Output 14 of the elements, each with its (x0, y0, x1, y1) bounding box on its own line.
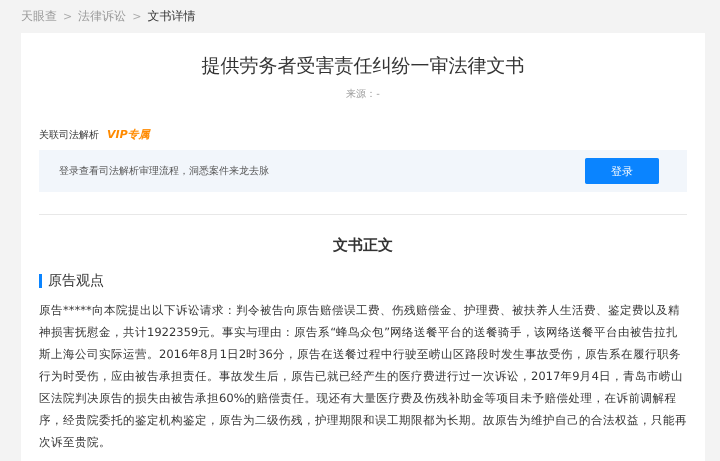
breadcrumb-link[interactable]: 法律诉讼 (78, 8, 126, 25)
section-heading: 文书正文 (332, 235, 394, 255)
source-text: 来源：- (345, 88, 381, 101)
breadcrumb-separator: > (132, 10, 142, 23)
breadcrumb-link[interactable]: 天眼查 (21, 8, 57, 25)
document-title: 提供劳务者受害责任纠纷一审法律文书 (200, 54, 526, 79)
vip-label: VIP专属 (107, 127, 150, 142)
login-prompt-text: 登录查看司法解析审理流程，洞悉案件来龙去脉 (59, 164, 269, 178)
paragraph-text: 原告*****向本院提出以下诉讼请求：判令被告向原告赔偿误工费、伤残赔偿金、护理费、被扶养人生活费、鉴定费以及精神损害抚慰金，共计1922359元。事实与理由：原告系“蜂鸟众包”网络送餐平台的送餐骑手，该网络送餐平台由被告拉扎斯上海公司实际运营。2016年8月1日2时36分，原告在送餐过程中行驶至崂山区路段时发生事故受伤，原告系在履行职务行为时受伤，应由被告承担责任。事故发生后，原告已就已经产生的医疗费进行过一次诉讼，2017年9月4日，青岛市崂山区法院判决原告的损失由被告承担60%的赔偿责任。现还有大量医疗费及伤残补助金等项目未予赔偿处理，在诉前调解程序，经贵院委托的鉴定机构鉴定，原告为二级伤残，护理期限和误工期限都为长期。故原告为维护自己的合法权益，只能再次诉至贵院。 (39, 302, 687, 451)
section-label: 关联司法解析 (39, 128, 99, 142)
login-button[interactable]: 登录 (585, 158, 659, 184)
accent-bar-icon (39, 274, 42, 288)
breadcrumb-separator: > (63, 10, 72, 23)
section-title: 原告观点 (48, 272, 104, 290)
